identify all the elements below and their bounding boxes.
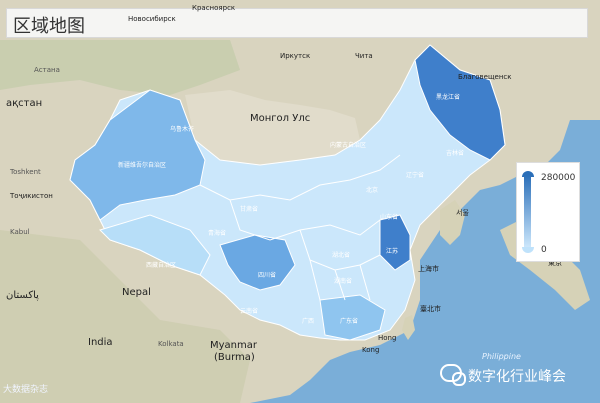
label-mongolia: Монгол Улс [250,113,311,124]
label-gansu: 甘肃省 [240,206,259,213]
label-seoul: 서울 [456,209,469,217]
map-frame[interactable]: 区域地图 Красноярск Новосибирск Иркутск Чита… [0,0,600,403]
label-krasnoyarsk: Красноярск [192,4,236,12]
legend-max: 280000 [541,173,576,183]
label-shanghai: 上海市 [418,265,439,273]
label-hongkong: Hong [378,334,397,342]
label-myanmar1: Myanmar [210,340,257,351]
label-xizang: 西藏自治区 [146,262,177,269]
label-nepal: Nepal [122,287,151,298]
legend[interactable]: 280000 0 [516,162,580,262]
label-kolkata: Kolkata [158,340,184,348]
legend-handle-bottom[interactable] [522,247,534,253]
label-qinghai: 青海省 [208,230,227,237]
label-kazakhstan: ақстан [6,98,43,109]
label-xinjiang: 新疆维吾尔自治区 [118,162,167,169]
label-shandong: 山东省 [380,214,399,221]
label-tochikiston: Тоҷикистон [10,192,53,200]
label-jiangsu: 江苏 [386,248,399,255]
label-taipei: 臺北市 [420,305,441,313]
label-myanmar2: (Burma) [214,352,255,363]
label-kabul: Kabul [10,228,30,236]
bottom-left-logo: 大数据杂志 [3,385,49,395]
label-guangdong: 广东省 [340,318,359,325]
label-irkutsk: Иркутск [280,52,311,60]
label-heilongjiang: 黑龙江省 [436,94,461,101]
label-urumqi: 乌鲁木齐 [170,126,195,133]
label-chita: Чита [355,52,373,60]
label-toshkent: Toshkent [10,168,41,176]
label-jilin: 吉林省 [446,150,465,157]
label-hunan: 湖南省 [334,278,353,285]
legend-min: 0 [541,245,547,255]
title-bar: 区域地图 [6,8,588,38]
label-guangxi: 广西 [302,318,315,325]
label-neimenggu: 内蒙古自治区 [330,142,367,149]
page-title: 区域地图 [13,16,85,37]
label-sichuan: 四川省 [258,272,277,279]
wechat-icon [440,364,466,386]
label-hubei: 湖北省 [332,252,351,259]
label-blago: Благовещенск [458,73,512,81]
label-pakistan: پاکستان [6,290,39,301]
label-liaoning: 辽宁省 [406,172,425,179]
label-astana: Астана [34,66,60,74]
label-india: India [88,337,113,348]
label-novosibirsk: Новосибирск [128,15,176,23]
label-beijing: 北京 [366,187,379,194]
label-yunnan: 云南省 [240,308,259,315]
label-kong: Kong [362,346,380,354]
label-philippine: Philippine [482,352,521,361]
legend-color-bar[interactable] [524,175,531,247]
watermark-text: 数字化行业峰会 [468,369,566,385]
